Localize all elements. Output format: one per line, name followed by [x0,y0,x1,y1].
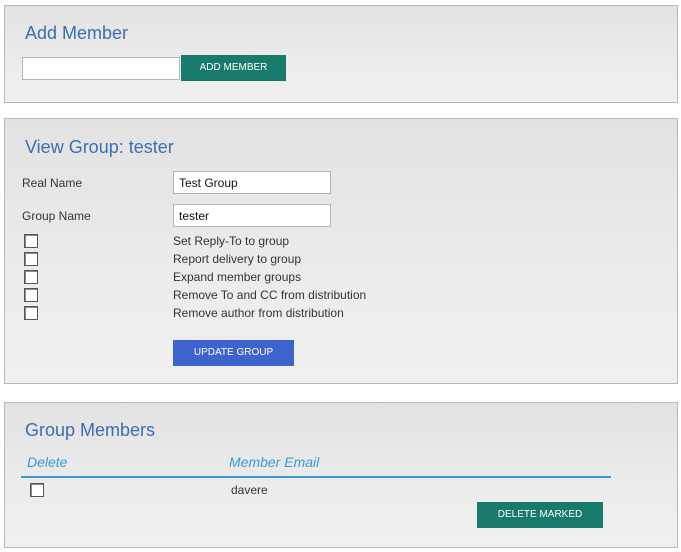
real-name-input[interactable] [173,171,331,194]
remove-to-cc-label: Remove To and CC from distribution [173,288,367,302]
add-member-title: Add Member [25,23,129,43]
report-delivery-label: Report delivery to group [173,252,302,266]
delete-marked-button[interactable]: DELETE MARKED [477,502,603,528]
delete-column-header: Delete [27,454,68,470]
view-group-panel: View Group: tester Real Name Group Name … [4,118,678,384]
remove-author-checkbox[interactable] [24,306,38,320]
remove-author-label: Remove author from distribution [173,306,344,320]
group-members-panel: Group Members Delete Member Email davere… [4,402,678,548]
member-email-column-header: Member Email [229,454,320,470]
member-email: davere [231,483,268,497]
group-name-input[interactable] [173,204,331,227]
set-reply-to-checkbox[interactable] [24,234,38,248]
group-members-title: Group Members [25,420,156,440]
add-member-input[interactable] [22,57,180,80]
view-group-title: View Group: tester [25,137,174,157]
table-header-rule [21,476,611,478]
add-member-button[interactable]: ADD MEMBER [181,55,286,81]
add-member-panel: Add Member ADD MEMBER [4,5,678,103]
real-name-label: Real Name [22,176,83,190]
set-reply-to-label: Set Reply-To to group [173,234,290,248]
report-delivery-checkbox[interactable] [24,252,38,266]
remove-to-cc-checkbox[interactable] [24,288,38,302]
expand-member-groups-checkbox[interactable] [24,270,38,284]
expand-member-groups-label: Expand member groups [173,270,302,284]
group-name-label: Group Name [22,209,91,223]
delete-member-checkbox[interactable] [30,483,44,497]
update-group-button[interactable]: UPDATE GROUP [173,340,294,366]
